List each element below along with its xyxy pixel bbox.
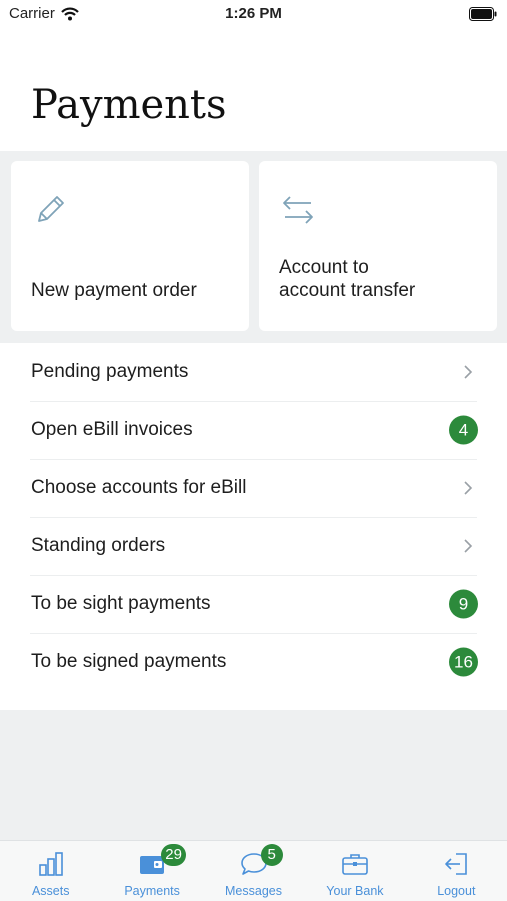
list-item-label: Open eBill invoices	[31, 419, 193, 440]
page-title: Payments	[31, 82, 227, 128]
list-item-label: Standing orders	[31, 535, 166, 556]
new-payment-order-label: New payment order	[31, 280, 197, 301]
list-item-to-be-signed-payments[interactable]: To be signed payments 16	[0, 633, 507, 691]
list-item-label: Choose accounts for eBill	[31, 477, 247, 498]
count-badge: 4	[449, 415, 478, 445]
tab-label: Assets	[31, 884, 70, 898]
tab-assets[interactable]: Assets	[0, 841, 101, 901]
chevron-right-icon	[464, 365, 473, 379]
battery-icon	[469, 7, 497, 21]
messages-badge: 5	[260, 844, 283, 866]
status-time: 1:26 PM	[225, 5, 282, 22]
tab-label: Your Bank	[326, 884, 384, 898]
tab-your-bank[interactable]: Your Bank	[304, 841, 405, 901]
list-item-choose-accounts-ebill[interactable]: Choose accounts for eBill	[0, 459, 507, 517]
tab-logout[interactable]: Logout	[406, 841, 507, 901]
list-item-standing-orders[interactable]: Standing orders	[0, 517, 507, 575]
list-item-pending-payments[interactable]: Pending payments	[0, 343, 507, 401]
tab-label: Logout	[437, 884, 476, 898]
list-item-label: Pending payments	[31, 361, 189, 382]
pencil-icon	[38, 196, 64, 222]
tab-label: Messages	[225, 884, 282, 898]
list-item-label: To be sight payments	[31, 593, 211, 614]
tab-messages[interactable]: 5 Messages	[203, 841, 304, 901]
chevron-right-icon	[464, 481, 473, 495]
status-bar: Carrier 1:26 PM	[0, 0, 507, 30]
empty-area	[0, 710, 507, 840]
bar-chart-icon	[38, 852, 63, 876]
list-item-open-ebill-invoices[interactable]: Open eBill invoices 4	[0, 401, 507, 459]
account-transfer-card[interactable]: Account to account transfer	[259, 161, 497, 331]
quick-actions: New payment order Account to account tra…	[0, 151, 507, 343]
tab-label: Payments	[124, 884, 180, 898]
list-item-label: To be signed payments	[31, 651, 227, 672]
payments-list: Pending payments Open eBill invoices 4 C…	[0, 343, 507, 691]
count-badge: 9	[449, 589, 478, 619]
count-badge: 16	[449, 647, 478, 677]
payments-badge: 29	[161, 844, 186, 866]
briefcase-icon	[342, 854, 368, 875]
list-item-to-be-sight-payments[interactable]: To be sight payments 9	[0, 575, 507, 633]
tab-bar: Assets 29 Payments 5 Messages Your Bank	[0, 840, 507, 901]
new-payment-order-card[interactable]: New payment order	[11, 161, 249, 331]
chevron-right-icon	[464, 539, 473, 553]
transfer-arrows-icon	[283, 196, 313, 224]
account-transfer-label: Account to account transfer	[279, 257, 416, 301]
tab-payments[interactable]: 29 Payments	[101, 841, 202, 901]
logout-icon	[445, 853, 468, 875]
